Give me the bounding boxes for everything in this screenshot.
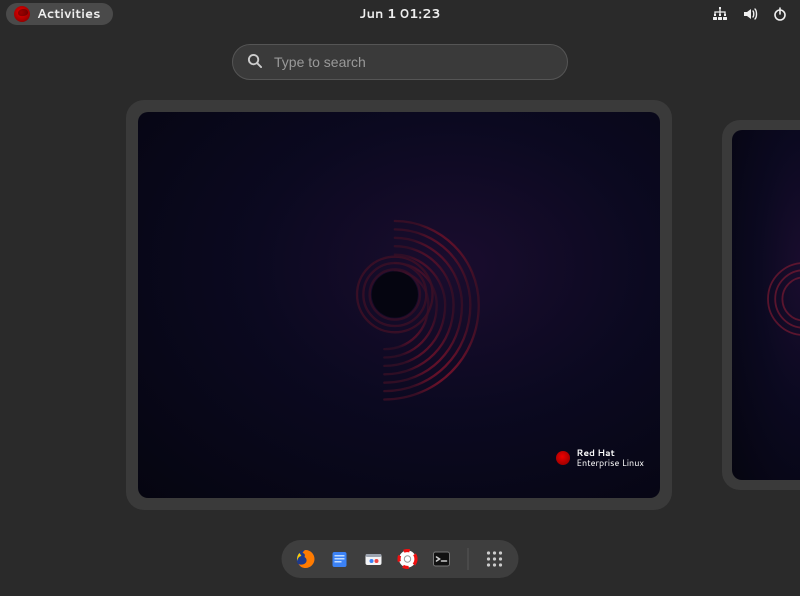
wallpaper (732, 130, 800, 480)
app-software[interactable] (364, 549, 384, 569)
app-files[interactable] (330, 549, 350, 569)
show-applications-button[interactable] (485, 549, 505, 569)
workspace-2[interactable] (722, 120, 800, 490)
app-help[interactable] (398, 549, 418, 569)
system-tray[interactable] (712, 6, 794, 22)
dash (282, 540, 519, 578)
wallpaper-brand: Red Hat Enterprise Linux (556, 448, 644, 468)
rhel-nine-graphic (744, 245, 800, 365)
search-input[interactable] (274, 54, 553, 70)
brand-line2: Enterprise Linux (576, 456, 644, 469)
network-icon[interactable] (712, 6, 728, 22)
wallpaper: Red Hat Enterprise Linux (138, 112, 660, 498)
app-firefox[interactable] (296, 549, 316, 569)
power-icon[interactable] (772, 6, 788, 22)
rhel-nine-graphic (290, 200, 500, 410)
search-icon (247, 51, 262, 74)
activities-label: Activities (37, 5, 101, 23)
dash-separator (468, 548, 469, 570)
search-bar[interactable] (232, 44, 568, 80)
activities-button[interactable]: Activities (6, 3, 113, 25)
app-terminal[interactable] (432, 549, 452, 569)
workspace-overview: Red Hat Enterprise Linux (0, 100, 800, 510)
volume-icon[interactable] (742, 6, 758, 22)
top-bar: Activities Jun 1 01:23 (0, 0, 800, 28)
clock[interactable]: Jun 1 01:23 (359, 5, 440, 23)
workspace-1[interactable]: Red Hat Enterprise Linux (126, 100, 672, 510)
redhat-logo-icon (556, 451, 570, 465)
redhat-icon (14, 6, 30, 22)
